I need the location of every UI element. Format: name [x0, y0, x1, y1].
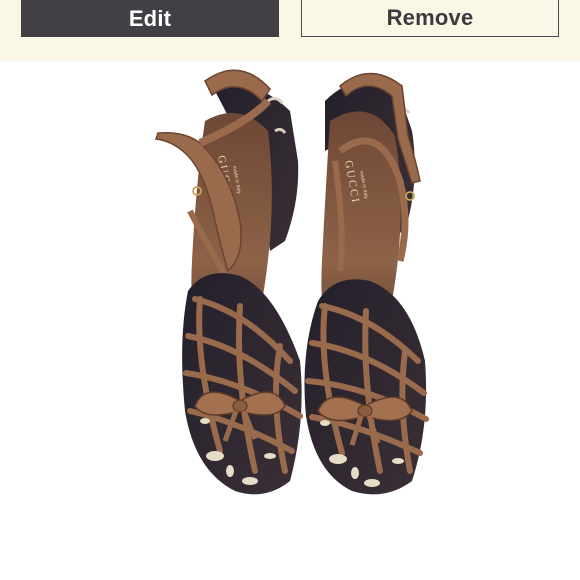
photo-action-bar: Edit Remove [0, 0, 580, 61]
sandals-image: GUCCI made in Italy [154, 69, 429, 495]
left-sandal: GUCCI made in Italy [154, 69, 303, 495]
product-photo: GUCCI made in Italy [0, 61, 580, 580]
remove-button[interactable]: Remove [301, 0, 559, 37]
right-sandal: GUCCI made in Italy [304, 72, 429, 495]
listing-photo-editor: Edit Remove made in Italy GUCCI made in … [0, 0, 580, 580]
edit-button[interactable]: Edit [21, 0, 279, 37]
